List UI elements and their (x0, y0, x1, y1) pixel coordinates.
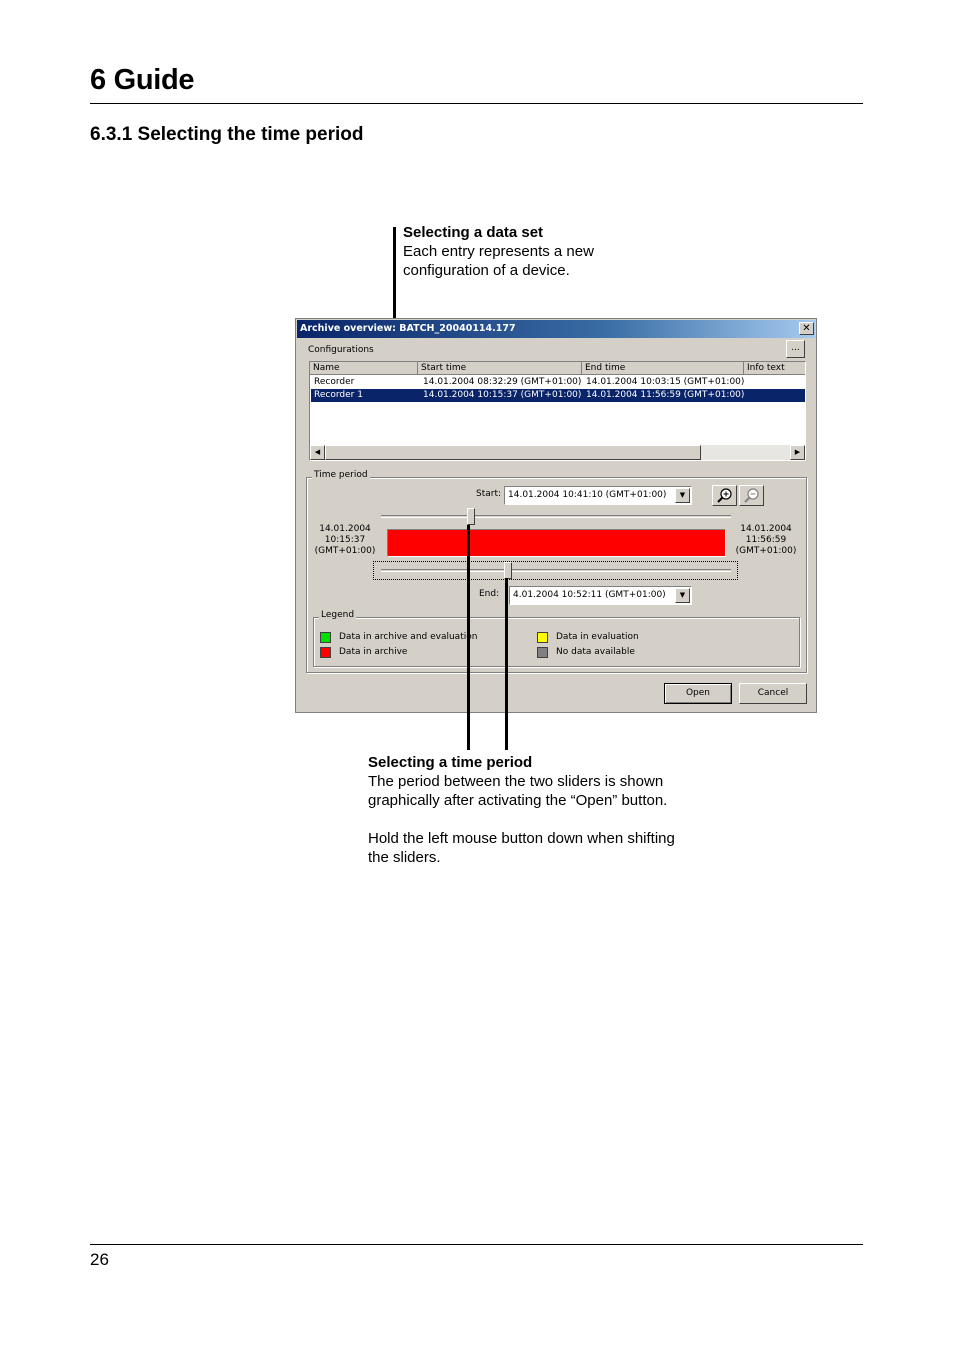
column-header-name[interactable]: Name (310, 362, 418, 375)
scrollbar-thumb[interactable] (325, 445, 701, 460)
configurations-label: Configurations (308, 345, 374, 355)
legend-swatch-evaluation (537, 632, 548, 643)
row-start-time: 14.01.2004 10:15:37 (GMT+01:00) (423, 390, 582, 400)
range-end-time: 11:56:59 (745, 535, 787, 545)
end-slider-track[interactable] (381, 569, 731, 572)
end-time-value: 4.01.2004 10:52:11 (GMT+01:00) (513, 590, 666, 600)
scroll-left-icon[interactable]: ◀ (310, 445, 325, 460)
range-start-timezone: (GMT+01:00) (314, 546, 376, 556)
column-header-info-text[interactable]: Info text (744, 362, 805, 375)
table-row[interactable]: Recorder 14.01.2004 08:32:29 (GMT+01:00)… (311, 376, 807, 389)
row-name: Recorder 1 (314, 390, 363, 400)
row-start-time: 14.01.2004 08:32:29 (GMT+01:00) (423, 377, 582, 387)
close-icon[interactable]: ✕ (799, 322, 814, 335)
callout-spacer (368, 810, 728, 829)
zoom-out-icon (744, 488, 759, 503)
row-end-time: 14.01.2004 11:56:59 (GMT+01:00) (586, 390, 745, 400)
chevron-down-icon[interactable]: ▼ (675, 588, 690, 603)
cancel-button[interactable]: Cancel (739, 683, 807, 704)
configurations-list[interactable]: Name Start time End time Info text Recor… (309, 361, 806, 461)
horizontal-scrollbar[interactable]: ◀ ▶ (310, 445, 805, 460)
zoom-out-button[interactable] (739, 485, 764, 506)
time-period-callout-line3: Hold the left mouse button down when shi… (368, 830, 675, 847)
row-end-time: 14.01.2004 10:03:15 (GMT+01:00) (586, 377, 745, 387)
legend-item-evaluation: Data in evaluation (556, 632, 639, 642)
header-rule (90, 103, 863, 104)
data-set-callout-line2: configuration of a device. (403, 262, 570, 279)
range-end-label: 14.01.2004 11:56:59 (GMT+01:00) (731, 524, 801, 557)
list-header: Name Start time End time Info text (310, 362, 805, 375)
page-number: 26 (90, 1250, 109, 1269)
browse-button[interactable]: ... (786, 340, 805, 358)
time-period-callout-line4: the sliders. (368, 849, 441, 866)
column-header-start-time[interactable]: Start time (418, 362, 582, 375)
legend-item-no-data: No data available (556, 647, 635, 657)
range-start-date: 14.01.2004 (319, 524, 371, 534)
start-slider-leader-line (467, 525, 470, 750)
footer-rule (90, 1244, 863, 1245)
time-period-callout-line2: graphically after activating the “Open” … (368, 792, 668, 809)
time-period-callout: Selecting a time period The period betwe… (368, 753, 728, 867)
time-period-callout-line1: The period between the two sliders is sh… (368, 773, 664, 790)
open-button[interactable]: Open (664, 683, 732, 704)
scroll-right-icon[interactable]: ▶ (790, 445, 805, 460)
data-availability-bar (387, 529, 726, 557)
end-slider-leader-line (505, 578, 508, 750)
time-period-callout-title: Selecting a time period (368, 754, 533, 771)
zoom-in-icon (717, 488, 732, 503)
table-row-selected[interactable]: Recorder 1 14.01.2004 10:15:37 (GMT+01:0… (311, 389, 805, 402)
row-name: Recorder (314, 377, 355, 387)
archive-overview-dialog: Archive overview: BATCH_20040114.177 ✕ C… (295, 318, 817, 713)
start-time-select[interactable]: 14.01.2004 10:41:10 (GMT+01:00) ▼ (504, 486, 692, 505)
start-slider-handle[interactable] (467, 508, 475, 525)
legend-swatch-archive (320, 647, 331, 658)
start-time-value: 14.01.2004 10:41:10 (GMT+01:00) (508, 490, 667, 500)
legend-swatch-archive-and-evaluation (320, 632, 331, 643)
range-start-label: 14.01.2004 10:15:37 (GMT+01:00) (310, 524, 380, 557)
time-period-label: Time period (312, 470, 370, 480)
chapter-title: 6 Guide (90, 64, 195, 96)
data-set-callout-line1: Each entry represents a new (403, 243, 594, 260)
chevron-down-icon[interactable]: ▼ (675, 488, 690, 503)
range-start-time: 10:15:37 (324, 535, 366, 545)
legend-swatch-no-data (537, 647, 548, 658)
legend-item-archive: Data in archive (339, 647, 408, 657)
end-label: End: (479, 589, 500, 599)
legend-item-archive-and-evaluation: Data in archive and evaluation (339, 632, 478, 642)
range-end-date: 14.01.2004 (740, 524, 792, 534)
data-set-callout: Selecting a data set Each entry represen… (403, 223, 663, 280)
start-label: Start: (476, 489, 502, 499)
end-time-select[interactable]: 4.01.2004 10:52:11 (GMT+01:00) ▼ (509, 586, 692, 605)
section-title: 6.3.1 Selecting the time period (90, 124, 364, 145)
legend-group (313, 617, 800, 667)
start-slider-track[interactable] (381, 515, 731, 518)
column-header-end-time[interactable]: End time (582, 362, 744, 375)
dialog-titlebar[interactable]: Archive overview: BATCH_20040114.177 (297, 320, 815, 338)
range-end-timezone: (GMT+01:00) (735, 546, 797, 556)
legend-label: Legend (319, 610, 357, 620)
data-set-callout-title: Selecting a data set (403, 224, 544, 241)
zoom-in-button[interactable] (712, 485, 737, 506)
end-slider-handle[interactable] (504, 562, 512, 579)
